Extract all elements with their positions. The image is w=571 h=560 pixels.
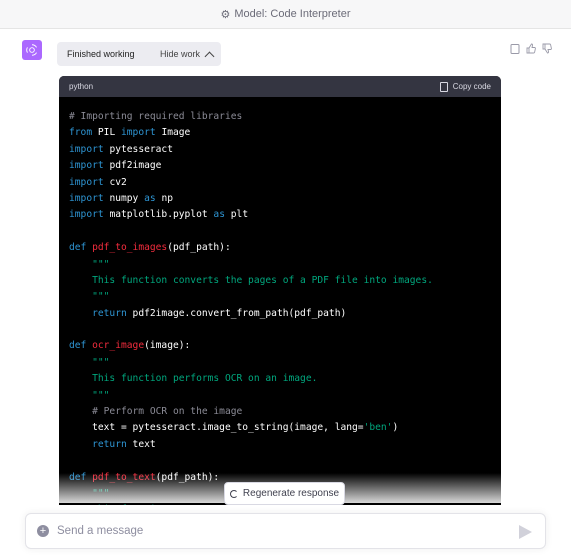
status-label: Finished working bbox=[67, 49, 135, 59]
regenerate-label: Regenerate response bbox=[242, 488, 340, 499]
code-token: text bbox=[132, 438, 156, 450]
thumbs-down-icon[interactable] bbox=[542, 41, 552, 54]
regenerate-response-button[interactable]: Regenerate response bbox=[224, 482, 345, 505]
code-token: Image bbox=[161, 127, 191, 139]
code-token: pdf2image bbox=[109, 160, 162, 172]
code-line: """ bbox=[69, 289, 491, 305]
code-token: return bbox=[69, 438, 127, 450]
code-line: This function converts the pages of a PD… bbox=[69, 273, 491, 289]
code-token: (image): bbox=[144, 340, 191, 352]
code-token: """ bbox=[69, 389, 110, 401]
code-token: import bbox=[69, 192, 104, 204]
code-token: """ bbox=[69, 356, 110, 368]
code-line: import pdf2image bbox=[69, 158, 491, 174]
model-icon: ⚙ bbox=[220, 8, 231, 21]
model-title: Model: Code Interpreter bbox=[234, 8, 351, 20]
openai-logo-icon bbox=[26, 44, 37, 56]
chevron-up-icon bbox=[204, 51, 215, 61]
plus-icon[interactable]: + bbox=[37, 525, 49, 537]
code-token: import bbox=[69, 160, 104, 172]
code-token: return bbox=[69, 307, 127, 319]
code-token: def bbox=[69, 340, 87, 352]
send-icon[interactable] bbox=[519, 525, 532, 539]
code-token: import bbox=[69, 143, 104, 155]
code-line: # Importing required libraries bbox=[69, 109, 491, 125]
code-line: return text bbox=[69, 437, 491, 453]
code-token: plt bbox=[230, 209, 249, 221]
code-line: def ocr_image(image): bbox=[69, 338, 491, 354]
code-token: import bbox=[69, 176, 104, 188]
code-line: import numpy as np bbox=[69, 191, 491, 207]
code-token: (pdf_path): bbox=[167, 242, 231, 254]
code-line: from PIL import Image bbox=[69, 125, 491, 141]
copy-code-button[interactable]: Copy code bbox=[439, 81, 491, 92]
code-token: matplotlib.pyplot bbox=[109, 209, 208, 221]
code-token: as bbox=[213, 209, 225, 221]
code-token: ) bbox=[392, 422, 399, 434]
code-block: python Copy code # Importing required li… bbox=[59, 76, 501, 512]
code-token: cv2 bbox=[109, 176, 127, 188]
code-token: np bbox=[161, 192, 174, 204]
code-token: This function performs OCR on an image. bbox=[69, 373, 318, 385]
code-line: """ bbox=[69, 257, 491, 273]
code-token: from bbox=[69, 127, 93, 139]
code-token: PIL bbox=[97, 127, 116, 139]
code-token: pdf2image.convert_from_path(pdf_path) bbox=[132, 307, 347, 319]
code-language: python bbox=[69, 82, 94, 91]
code-token: def bbox=[69, 242, 87, 254]
refresh-icon bbox=[229, 489, 238, 498]
code-line: text = pytesseract.image_to_string(image… bbox=[69, 420, 491, 436]
code-line: import pytesseract bbox=[69, 142, 491, 158]
copy-message-icon[interactable] bbox=[510, 41, 520, 54]
code-content: # Importing required libraries from PIL i… bbox=[59, 97, 501, 512]
hide-work-button[interactable]: Hide work bbox=[160, 42, 215, 66]
message-actions bbox=[510, 41, 552, 54]
assistant-avatar bbox=[22, 40, 42, 60]
code-token: ocr_image bbox=[92, 340, 145, 352]
clipboard-icon bbox=[439, 81, 448, 92]
code-line: This function performs OCR on an image. bbox=[69, 371, 491, 387]
code-token: numpy bbox=[109, 192, 139, 204]
code-token: # Perform OCR on the image bbox=[69, 406, 243, 418]
thumbs-up-icon[interactable] bbox=[526, 41, 536, 54]
code-token: """ bbox=[69, 291, 110, 303]
code-token: import bbox=[69, 209, 104, 221]
copy-code-label: Copy code bbox=[452, 82, 491, 91]
code-token: as bbox=[144, 192, 156, 204]
code-token: pytesseract bbox=[109, 143, 173, 155]
message-input[interactable] bbox=[57, 525, 477, 537]
code-token: pdf_to_images bbox=[92, 242, 168, 254]
code-token: """ bbox=[69, 258, 110, 270]
code-line: import matplotlib.pyplot as plt bbox=[69, 207, 491, 223]
code-token: # Importing required libraries bbox=[69, 111, 243, 122]
code-block-header: python Copy code bbox=[59, 76, 501, 97]
code-token: import bbox=[121, 127, 156, 139]
code-line: """ bbox=[69, 388, 491, 404]
code-line: import cv2 bbox=[69, 175, 491, 191]
code-token: 'ben' bbox=[363, 422, 393, 434]
message-composer: + bbox=[25, 513, 546, 549]
model-header: ⚙ Model: Code Interpreter bbox=[0, 0, 571, 29]
hide-work-label: Hide work bbox=[160, 49, 201, 59]
work-status-pill: Finished working Hide work bbox=[57, 42, 221, 66]
code-line: return pdf2image.convert_from_path(pdf_p… bbox=[69, 306, 491, 322]
code-token: text = pytesseract.image_to_string(image… bbox=[69, 422, 364, 434]
code-line: # Perform OCR on the image bbox=[69, 404, 491, 420]
code-line: """ bbox=[69, 355, 491, 371]
code-token: This function converts the pages of a PD… bbox=[69, 274, 433, 286]
code-line: def pdf_to_images(pdf_path): bbox=[69, 240, 491, 256]
